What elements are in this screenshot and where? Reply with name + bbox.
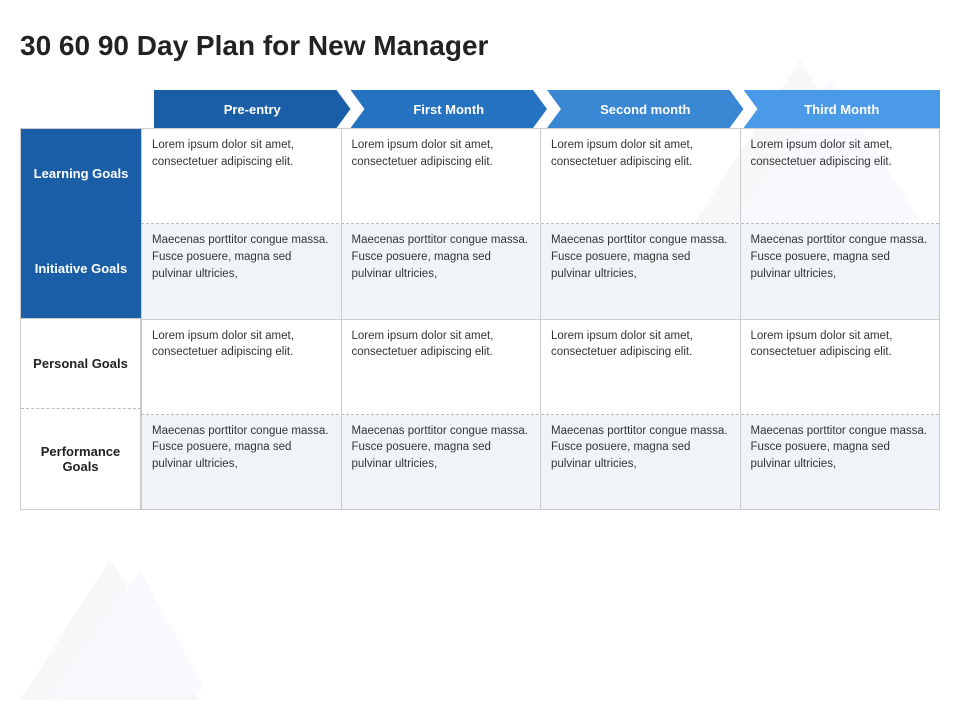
main-container: 30 60 90 Day Plan for New Manager Pre-en… — [0, 0, 960, 530]
cell-learning-1: Lorem ipsum dolor sit amet, consectetuer… — [341, 129, 541, 223]
plan-table: Learning Goals Initiative Goals Personal… — [20, 128, 940, 510]
row-personal: Lorem ipsum dolor sit amet, consectetuer… — [141, 320, 939, 415]
label-personal-goals: Personal Goals — [21, 319, 141, 409]
row-labels: Learning Goals Initiative Goals Personal… — [21, 129, 141, 509]
row-performance: Maecenas porttitor congue massa. Fusce p… — [141, 415, 939, 509]
label-learning-goals: Learning Goals — [21, 129, 141, 219]
cell-personal-0: Lorem ipsum dolor sit amet, consectetuer… — [141, 320, 341, 414]
cell-initiative-2: Maecenas porttitor congue massa. Fusce p… — [540, 224, 740, 318]
cell-performance-1: Maecenas porttitor congue massa. Fusce p… — [341, 415, 541, 509]
cell-personal-3: Lorem ipsum dolor sit amet, consectetuer… — [740, 320, 940, 414]
page-title: 30 60 90 Day Plan for New Manager — [20, 30, 940, 62]
phase-second-month: Second month — [547, 90, 744, 128]
cell-learning-0: Lorem ipsum dolor sit amet, consectetuer… — [141, 129, 341, 223]
label-performance-goals: Performance Goals — [21, 409, 141, 509]
phase-header: Pre-entry First Month Second month Third… — [140, 90, 940, 128]
phase-first-month: First Month — [351, 90, 548, 128]
phase-third-month: Third Month — [744, 90, 941, 128]
cell-performance-0: Maecenas porttitor congue massa. Fusce p… — [141, 415, 341, 509]
cell-learning-2: Lorem ipsum dolor sit amet, consectetuer… — [540, 129, 740, 223]
cell-performance-3: Maecenas porttitor congue massa. Fusce p… — [740, 415, 940, 509]
cell-initiative-3: Maecenas porttitor congue massa. Fusce p… — [740, 224, 940, 318]
cell-learning-3: Lorem ipsum dolor sit amet, consectetuer… — [740, 129, 940, 223]
row-initiative: Maecenas porttitor congue massa. Fusce p… — [141, 224, 939, 319]
cell-initiative-1: Maecenas porttitor congue massa. Fusce p… — [341, 224, 541, 318]
data-grid: Lorem ipsum dolor sit amet, consectetuer… — [141, 129, 939, 509]
label-initiative-goals: Initiative Goals — [21, 219, 141, 319]
cell-personal-1: Lorem ipsum dolor sit amet, consectetuer… — [341, 320, 541, 414]
cell-performance-2: Maecenas porttitor congue massa. Fusce p… — [540, 415, 740, 509]
phase-pre-entry: Pre-entry — [154, 90, 351, 128]
row-learning: Lorem ipsum dolor sit amet, consectetuer… — [141, 129, 939, 224]
cell-personal-2: Lorem ipsum dolor sit amet, consectetuer… — [540, 320, 740, 414]
cell-initiative-0: Maecenas porttitor congue massa. Fusce p… — [141, 224, 341, 318]
